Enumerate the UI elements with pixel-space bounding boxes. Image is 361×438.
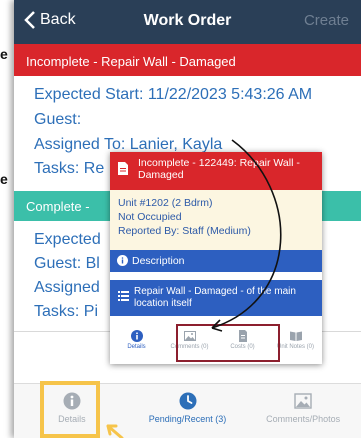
assigned-text: Assigned <box>34 279 100 296</box>
tab-pending-recent[interactable]: Pending/Recent (3) <box>130 384 246 438</box>
image-icon <box>294 393 312 409</box>
occupancy-text: Not Occupied <box>118 211 182 223</box>
popup-header[interactable]: Incomplete - 122449: Repair Wall - Damag… <box>110 152 322 190</box>
incomplete-status-banner[interactable]: Incomplete - Repair Wall - Damaged <box>14 44 361 76</box>
tab-comments-photos[interactable]: Comments/Photos <box>245 384 361 438</box>
list-icon <box>118 291 129 301</box>
tasks-text: Tasks: Re <box>34 160 105 177</box>
popup-tab-details[interactable]: Details <box>110 326 163 362</box>
edge-fragment: e <box>0 171 8 187</box>
guest-text: Guest: Bl <box>34 255 100 272</box>
clock-icon <box>179 392 196 410</box>
description-label: Description <box>132 255 185 267</box>
details-tab-highlight <box>40 381 100 438</box>
edge-fragment: e <box>0 46 8 62</box>
popup-unit-info: Unit #1202 (2 Bdrm) Not Occupied Reporte… <box>110 190 322 250</box>
expected-start-text: Expected Start: 11/22/2023 5:43:26 AM <box>34 86 313 103</box>
popup-tab-label: Unit Notes (0) <box>276 344 314 350</box>
book-icon <box>289 331 302 341</box>
reported-by-text: Reported By: Staff (Medium) <box>118 225 251 237</box>
task-text: Repair Wall - Damaged - of the main loca… <box>134 286 296 309</box>
guest-text: Guest: <box>34 111 82 128</box>
comments-costs-highlight <box>176 324 280 362</box>
expected-text: Expected <box>34 231 101 248</box>
tab-label: Pending/Recent (3) <box>148 414 227 424</box>
tasks-text: Tasks: Pi <box>34 303 99 320</box>
phone-screen: Back Work Order Create Incomplete - Repa… <box>14 0 361 438</box>
navigation-bar: Back Work Order Create <box>14 0 361 44</box>
create-button[interactable]: Create <box>304 12 349 29</box>
description-row[interactable]: Description <box>110 250 322 272</box>
tab-label: Comments/Photos <box>266 414 341 424</box>
document-icon <box>118 162 128 175</box>
popup-header-text: Incomplete - 122449: Repair Wall - Damag… <box>138 157 300 181</box>
info-icon <box>117 255 128 266</box>
work-order-popup: Incomplete - 122449: Repair Wall - Damag… <box>110 152 322 364</box>
info-icon <box>130 330 143 342</box>
unit-text: Unit #1202 (2 Bdrm) <box>118 197 213 209</box>
popup-tab-label: Details <box>127 344 146 350</box>
task-row[interactable]: Repair Wall - Damaged - of the main loca… <box>110 280 322 316</box>
screenshot-stage: e e Back Work Order Create Incomplete - … <box>0 0 361 438</box>
